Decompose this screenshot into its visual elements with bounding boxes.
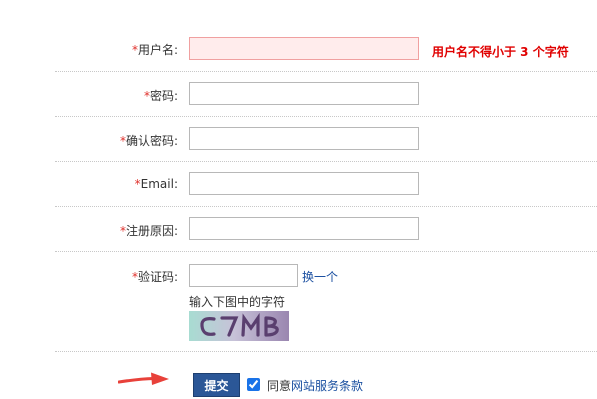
email-input[interactable]: [189, 172, 419, 195]
divider: [55, 251, 597, 252]
agree-checkbox[interactable]: [247, 378, 260, 391]
captcha-image: [189, 311, 289, 341]
agree-text: 同意网站服务条款: [267, 379, 364, 393]
username-label: *用户名:: [131, 43, 178, 57]
password-input[interactable]: [189, 82, 419, 105]
reason-label: *注册原因:: [119, 224, 178, 238]
username-error: 用户名不得小于 3 个字符: [432, 45, 569, 59]
captcha-hint: 输入下图中的字符: [189, 295, 286, 309]
refresh-captcha-link[interactable]: 换一个: [302, 268, 338, 285]
divider: [55, 351, 597, 352]
username-input[interactable]: [189, 37, 419, 60]
captcha-label: *验证码:: [131, 270, 178, 284]
divider: [55, 116, 597, 117]
divider: [55, 161, 597, 162]
email-label: *Email:: [134, 177, 178, 191]
captcha-input[interactable]: [189, 264, 298, 287]
terms-link[interactable]: 网站服务条款: [291, 379, 363, 393]
divider: [55, 206, 597, 207]
submit-button[interactable]: 提交: [193, 373, 240, 397]
registration-form: *用户名: 用户名不得小于 3 个字符 *密码: *确认密码: *Email: …: [0, 0, 597, 399]
confirm-password-input[interactable]: [189, 127, 419, 150]
reason-input[interactable]: [189, 217, 419, 240]
red-arrow-icon: [118, 372, 169, 385]
divider: [55, 71, 597, 72]
confirm-password-label: *确认密码:: [119, 134, 178, 148]
password-label: *密码:: [143, 89, 178, 103]
